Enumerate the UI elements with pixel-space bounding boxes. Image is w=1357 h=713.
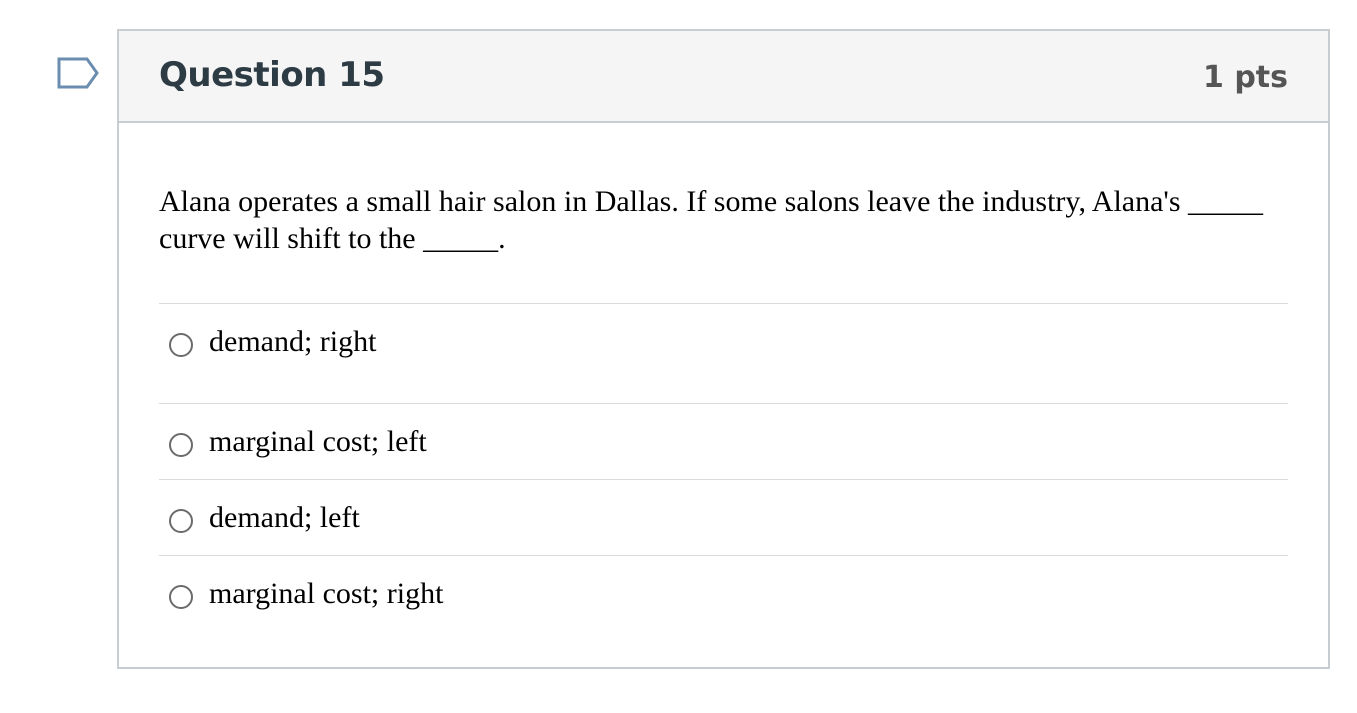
question-title: Question 15	[159, 55, 385, 95]
answer-label: demand; right	[209, 325, 377, 358]
quiz-page: Question 15 1 pts Alana operates a small…	[0, 0, 1357, 713]
radio-button[interactable]	[169, 509, 193, 533]
flag-question-icon[interactable]	[57, 57, 101, 89]
question-header: Question 15 1 pts	[119, 31, 1328, 123]
answer-option-4[interactable]: marginal cost; right	[159, 556, 1288, 632]
question-body: Alana operates a small hair salon in Dal…	[119, 123, 1328, 632]
answer-option-1[interactable]: demand; right	[159, 304, 1288, 404]
answer-label: marginal cost; right	[209, 577, 444, 610]
answer-label: marginal cost; left	[209, 425, 427, 458]
answer-list: demand; right marginal cost; left demand…	[159, 304, 1288, 632]
answer-option-3[interactable]: demand; left	[159, 480, 1288, 556]
question-text: Alana operates a small hair salon in Dal…	[159, 183, 1288, 304]
question-card: Question 15 1 pts Alana operates a small…	[117, 29, 1330, 669]
question-points: 1 pts	[1203, 59, 1288, 95]
radio-button[interactable]	[169, 585, 193, 609]
answer-option-2[interactable]: marginal cost; left	[159, 404, 1288, 480]
radio-button[interactable]	[169, 333, 193, 357]
answer-label: demand; left	[209, 501, 360, 534]
radio-button[interactable]	[169, 433, 193, 457]
